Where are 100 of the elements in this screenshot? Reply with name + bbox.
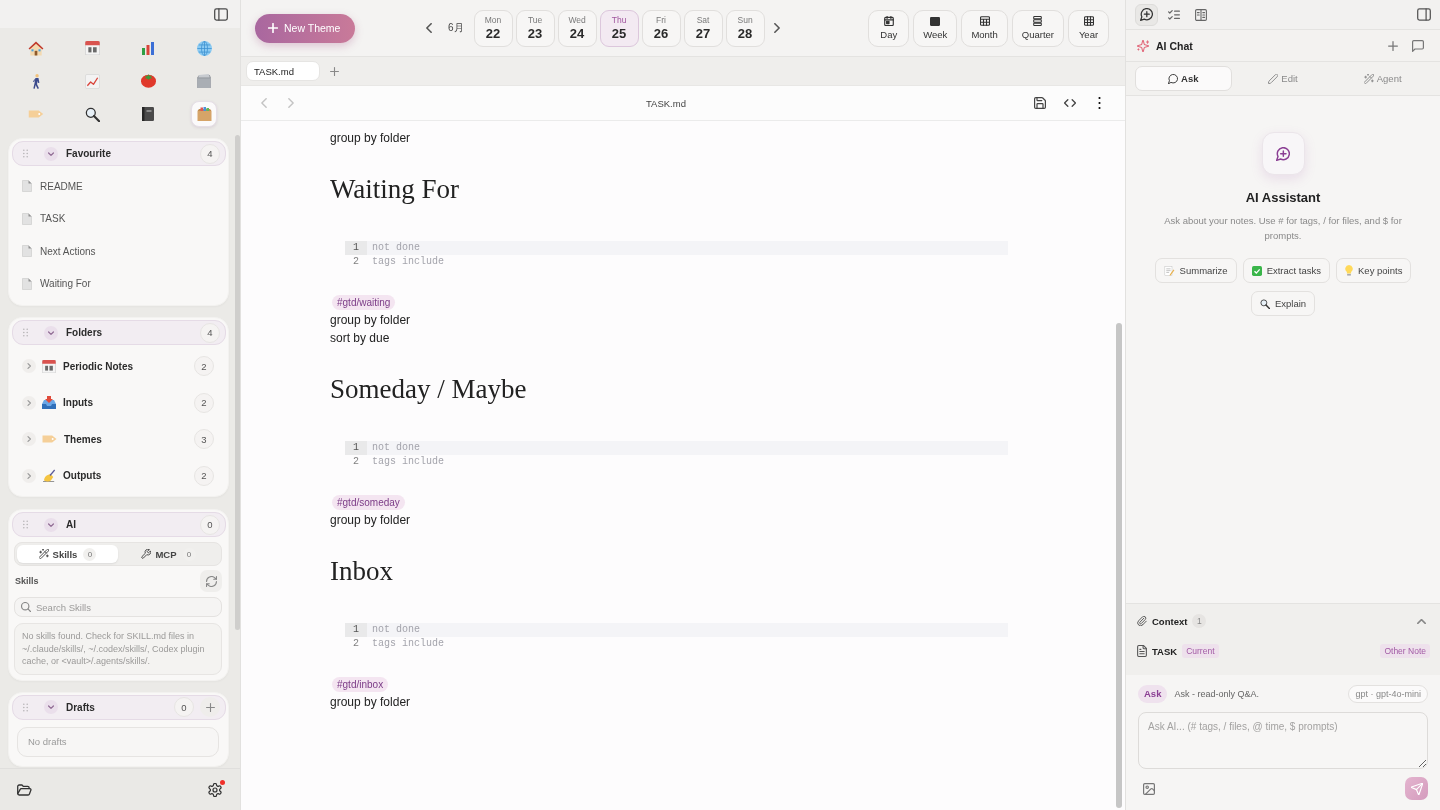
more-icon[interactable] — [1098, 97, 1101, 109]
scope-tag[interactable]: Other Note — [1380, 644, 1430, 658]
text-line: group by folder — [330, 512, 412, 529]
checklist-icon — [1167, 9, 1180, 20]
section-label: Skills — [15, 576, 39, 586]
folder-name[interactable]: Periodic Notes — [63, 360, 134, 372]
count-badge: 2 — [194, 465, 214, 486]
send-icon — [1410, 782, 1423, 795]
favourite-item[interactable]: Next Actions — [12, 235, 226, 268]
code-line: tags include — [371, 255, 445, 269]
send-button[interactable] — [1405, 777, 1428, 800]
segment-tab[interactable]: Skills 0 — [17, 545, 118, 563]
magnifier-icon — [84, 106, 100, 122]
line-number: 1 — [345, 441, 367, 455]
mode-tab[interactable]: Ask — [1135, 66, 1232, 91]
line-number: 2 — [352, 637, 360, 651]
calendar-view-button[interactable]: Year — [1068, 9, 1109, 47]
file-icon — [22, 277, 32, 290]
count-badge: 1 — [1192, 614, 1207, 628]
refresh-icon — [205, 575, 217, 587]
chevron-down-icon[interactable] — [44, 325, 58, 340]
document-title: TASK.md — [645, 97, 687, 109]
document-icon — [1137, 645, 1147, 657]
plus-icon — [205, 702, 215, 712]
scrollbar[interactable] — [235, 135, 240, 630]
count-badge: 2 — [194, 392, 214, 413]
empty-state-title: AI Assistant — [1245, 189, 1321, 207]
file-tab[interactable]: TASK.md — [246, 61, 320, 81]
file-icon — [22, 245, 32, 258]
code-icon[interactable] — [1064, 99, 1076, 107]
scrollbar[interactable] — [1116, 323, 1122, 808]
suggestion-chip[interactable]: Explain — [1250, 291, 1316, 316]
calendar-view-button[interactable]: Week — [913, 9, 958, 47]
section-header[interactable]: Favourite 4 — [12, 141, 226, 166]
panel-tab[interactable] — [1135, 3, 1158, 26]
image-icon[interactable] — [1143, 782, 1155, 795]
segment-tab[interactable]: MCP 0 — [118, 545, 219, 563]
suggestion-chip[interactable]: Summarize — [1154, 258, 1237, 283]
calendar-view-button[interactable]: Quarter — [1011, 9, 1064, 47]
add-button[interactable] — [200, 697, 220, 717]
box-icon — [196, 107, 212, 121]
heading: Someday / Maybe — [330, 373, 528, 406]
date-button[interactable]: Thu 25 — [599, 9, 639, 47]
chevron-down-icon[interactable] — [44, 517, 58, 532]
favourite-item[interactable]: Waiting For — [12, 267, 226, 300]
favourite-item[interactable]: TASK — [12, 202, 226, 235]
folder-open-icon[interactable] — [17, 783, 32, 796]
settings-icon[interactable] — [208, 782, 222, 797]
folder-name[interactable]: Inputs — [63, 397, 93, 409]
section-header[interactable]: Folders 4 — [12, 320, 226, 345]
sidebar-toggle-icon[interactable] — [1417, 8, 1431, 21]
section-header[interactable]: Drafts 0 — [12, 694, 226, 720]
refresh-button[interactable] — [200, 570, 222, 592]
favourite-item[interactable]: README — [12, 170, 226, 203]
new-theme-button[interactable]: New Theme — [255, 13, 355, 43]
search-field[interactable]: Search Skills — [14, 597, 222, 617]
count-badge: 0 — [200, 514, 220, 535]
writing-hand-icon — [42, 469, 56, 483]
tag-chip[interactable]: #gtd/inbox — [332, 676, 389, 692]
book-columns-icon — [1194, 8, 1207, 21]
chevron-up-icon[interactable] — [1417, 618, 1426, 624]
line-number: 1 — [345, 623, 367, 637]
chevron-down-icon[interactable] — [44, 700, 58, 714]
suggestion-chip[interactable]: Key points — [1336, 258, 1412, 283]
calendar-view-button[interactable]: Day — [868, 9, 910, 47]
date-button[interactable]: Tue 23 — [515, 9, 555, 47]
drag-handle-icon — [23, 328, 28, 337]
chevron-down-icon[interactable] — [44, 146, 58, 161]
folder-name[interactable]: Themes — [64, 433, 102, 445]
tag-chip[interactable]: #gtd/waiting — [332, 294, 396, 310]
magic-wand-icon — [38, 549, 49, 559]
chat-input[interactable]: Ask AI... (# tags, / files, @ time, $ prompts) — [1138, 712, 1428, 769]
tag-icon — [28, 110, 44, 118]
date-button[interactable]: Mon 22 — [473, 9, 513, 47]
section-title: AI — [66, 519, 76, 530]
house-icon — [28, 40, 44, 56]
chevron-left-icon[interactable] — [426, 23, 432, 33]
calendar-week-icon — [930, 16, 941, 26]
save-icon[interactable] — [1034, 97, 1046, 109]
file-icon — [22, 212, 32, 225]
sidebar-toggle-icon[interactable] — [214, 7, 228, 21]
section-header[interactable]: AI 0 — [12, 512, 226, 537]
walking-person-icon — [31, 73, 41, 89]
plus-icon[interactable] — [330, 66, 339, 76]
drag-handle-icon — [23, 702, 28, 712]
calendar-grid-icon — [979, 16, 990, 26]
magnifier-icon — [1259, 298, 1270, 309]
file-icon — [22, 180, 32, 193]
calendar-view-button[interactable]: Month — [961, 9, 1008, 47]
date-button[interactable]: Fri 26 — [641, 9, 681, 47]
suggestion-chip[interactable]: Extract tasks — [1242, 258, 1330, 283]
model-selector[interactable]: gpt · gpt-4o-mini — [1348, 685, 1428, 703]
date-button[interactable]: Sat 27 — [683, 9, 723, 47]
tag-icon — [42, 435, 57, 444]
date-button[interactable]: Wed 24 — [557, 9, 597, 47]
plus-icon[interactable] — [1388, 40, 1398, 51]
chevron-right-icon[interactable] — [773, 23, 780, 33]
date-button[interactable]: Sun 28 — [725, 9, 765, 47]
tag-chip[interactable]: #gtd/someday — [332, 494, 405, 510]
folder-name[interactable]: Outputs — [63, 470, 102, 482]
